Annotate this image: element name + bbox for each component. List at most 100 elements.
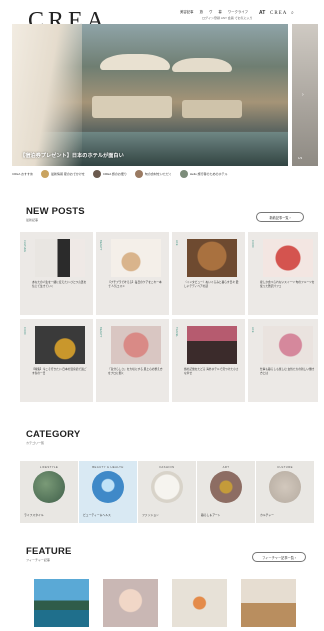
ticker-label: CREA おすすめ (12, 172, 34, 176)
post-category: LIFE (251, 327, 254, 333)
post-title: 【特集】今こそ行きたい 日本の温泉宿で過ごす冬の一日 (32, 368, 87, 375)
category-image (92, 471, 124, 503)
category-jp-label: 暮らし＆アート (201, 513, 221, 517)
post-thumbnail (35, 239, 85, 277)
category-jp-label: ライフスタイル (24, 513, 44, 517)
category-strip: LIFESTYLE ライフスタイル BEAUTY & HEALTH ビューティー… (20, 461, 318, 523)
post-category: LIFE (175, 240, 178, 246)
nav-item-life[interactable]: 暮 (218, 9, 221, 14)
post-title: 夏しか食べられないスイーツ 旬のフルーツを使った贅沢パフェ (260, 281, 315, 288)
post-card[interactable]: FOOD 夏しか食べられないスイーツ 旬のフルーツを使った贅沢パフェ (248, 232, 318, 315)
category-image (210, 471, 242, 503)
post-thumbnail (111, 239, 161, 277)
feature-card-image[interactable] (34, 579, 89, 627)
nav-item-travel[interactable]: 旅 (200, 9, 203, 14)
category-image (269, 471, 301, 503)
feature-card-image[interactable] (103, 579, 158, 627)
thumbnail-icon (41, 170, 50, 178)
ticker-item[interactable]: CREA 旅のお便り (92, 170, 127, 178)
slide-counter: 1/3 (298, 156, 303, 160)
category-item-art[interactable]: ART 暮らし＆アート (197, 461, 255, 523)
thumbnail-icon (179, 170, 188, 178)
crea-mini-logo[interactable]: CREA (270, 11, 287, 16)
nav-item-3[interactable]: ヴ (209, 9, 212, 14)
hero-image-part (182, 100, 242, 118)
feature-card-image[interactable] (241, 579, 296, 627)
ticker-item-text: CREA 旅のお便り (102, 172, 127, 176)
post-title: 旅の記憶をたどる 海外ホテルで見つけた小さな幸せ (184, 368, 239, 375)
nav-item-worklife[interactable]: ワークライフ (228, 9, 248, 14)
post-thumbnail (187, 326, 237, 364)
new-posts-title: NEW POSTS (26, 206, 85, 217)
new-posts-row-2: FOOD 【特集】今こそ行きたい 日本の温泉宿で過ごす冬の一日 BEAUTY 「… (20, 319, 318, 402)
nav-item-beauty[interactable]: 美容記事 (180, 9, 194, 14)
chevron-right-icon[interactable]: › (302, 92, 304, 98)
feature-more-button[interactable]: フィーチャー記事一覧 › (252, 552, 306, 562)
new-posts-more-button[interactable]: 新着記事一覧 › (256, 212, 304, 222)
post-thumbnail (263, 326, 313, 364)
hero-image-part (172, 58, 232, 72)
page-frame: CREA 美容記事 旅 ヴ 暮 ワークライフ ログイン登録 ANY 会員 でお気… (12, 6, 318, 627)
hero-image-part (92, 96, 172, 118)
post-category: BEAUTY (99, 240, 102, 251)
pickup-ticker: CREA おすすめ 最新情報 夏のおでかけを CREA 旅のお便り 旬の食材をい… (12, 168, 318, 180)
at-badge[interactable]: AT (259, 10, 265, 16)
category-subtitle: カテゴリ一覧 (26, 441, 45, 445)
post-title: 【プチプラで叶える】毎日のケアをこれ一本で 人気コスメ (108, 281, 162, 288)
post-thumbnail (263, 239, 313, 277)
category-item-lifestyle[interactable]: LIFESTYLE ライフスタイル (20, 461, 78, 523)
category-item-fashion[interactable]: FASHION ファッション (138, 461, 196, 523)
ticker-item[interactable]: 旬の食材をいただく (134, 170, 172, 178)
hero-slide[interactable] (12, 24, 288, 166)
post-thumbnail (187, 239, 237, 277)
feature-title: FEATURE (26, 546, 72, 557)
login-link[interactable]: ログイン登録 ANY 会員 でお気に入り (202, 16, 253, 20)
post-thumbnail (35, 326, 85, 364)
category-jp-label: ビューティー＆ヘルス (83, 513, 111, 517)
post-card[interactable]: TRAVEL 旅の記憶をたどる 海外ホテルで見つけた小さな幸せ (172, 319, 245, 402)
post-card[interactable]: LIFE 〈インタビュー〉ぬいぐるみと暮らす日々 愛しいテディベアの話 (172, 232, 245, 315)
category-image (151, 471, 183, 503)
search-icon[interactable]: ⌕ (291, 10, 294, 16)
top-nav: 美容記事 旅 ヴ 暮 ワークライフ (180, 9, 248, 14)
post-title: あなたの人生を一緒に変えたい ひとつ言葉を信じて生きていく (32, 281, 87, 288)
post-title: 「自分らしさ」を大切にする 肌と心の整え方をプロに聞く (108, 368, 163, 375)
category-jp-label: ファッション (142, 513, 159, 517)
feature-subtitle: フィーチャー記事 (26, 558, 50, 562)
thumbnail-icon (134, 170, 143, 178)
post-category: FOOD (23, 327, 26, 335)
ticker-item[interactable]: 最新情報 夏のおでかけを (41, 170, 85, 178)
thumbnail-icon (92, 170, 101, 178)
post-card[interactable]: BEAUTY 【プチプラで叶える】毎日のケアをこれ一本で 人気コスメ (96, 232, 169, 315)
ticker-item-text: 旬の食材をいただく (144, 172, 172, 176)
post-thumbnail (111, 326, 161, 364)
post-title: 〈インタビュー〉ぬいぐるみと暮らす日々 愛しいテディベアの話 (184, 281, 239, 288)
post-category: CULTURE (23, 240, 26, 253)
post-card[interactable]: LIFE 仕事も暮らしも楽しむ 女性たちの新しい働き方とは (248, 319, 318, 402)
ticker-item-text: 最新情報 夏のおでかけを (51, 172, 85, 176)
new-posts-row-1: CULTURE あなたの人生を一緒に変えたい ひとつ言葉を信じて生きていく BE… (20, 232, 318, 315)
category-en-label: CULTURE (277, 465, 293, 469)
hero-next-slide[interactable] (292, 24, 318, 166)
new-posts-subtitle: 最新記事 (26, 218, 39, 222)
ticker-item[interactable]: Hello 旅行者のためのホテル (179, 170, 228, 178)
category-en-label: BEAUTY & HEALTH (92, 465, 124, 469)
post-card[interactable]: FOOD 【特集】今こそ行きたい 日本の温泉宿で過ごす冬の一日 (20, 319, 93, 402)
category-image (33, 471, 65, 503)
category-item-beauty[interactable]: BEAUTY & HEALTH ビューティー＆ヘルス (79, 461, 137, 523)
post-category: FOOD (251, 240, 254, 248)
category-en-label: FASHION (159, 465, 175, 469)
hero-caption[interactable]: 【宿泊券プレゼント】日本のホテルが面白い (20, 152, 124, 159)
feature-card-image[interactable] (172, 579, 227, 627)
ticker-item-text: Hello 旅行者のためのホテル (189, 172, 228, 176)
post-card[interactable]: BEAUTY 「自分らしさ」を大切にする 肌と心の整え方をプロに聞く (96, 319, 169, 402)
category-title: CATEGORY (26, 429, 81, 440)
post-title: 仕事も暮らしも楽しむ 女性たちの新しい働き方とは (260, 368, 315, 375)
post-category: BEAUTY (99, 327, 102, 338)
category-item-culture[interactable]: CULTURE カルチャー (256, 461, 314, 523)
post-card[interactable]: CULTURE あなたの人生を一緒に変えたい ひとつ言葉を信じて生きていく (20, 232, 93, 315)
hero-image-part (100, 54, 170, 70)
post-category: TRAVEL (175, 327, 178, 337)
feature-row (34, 579, 314, 627)
category-en-label: ART (222, 465, 230, 469)
